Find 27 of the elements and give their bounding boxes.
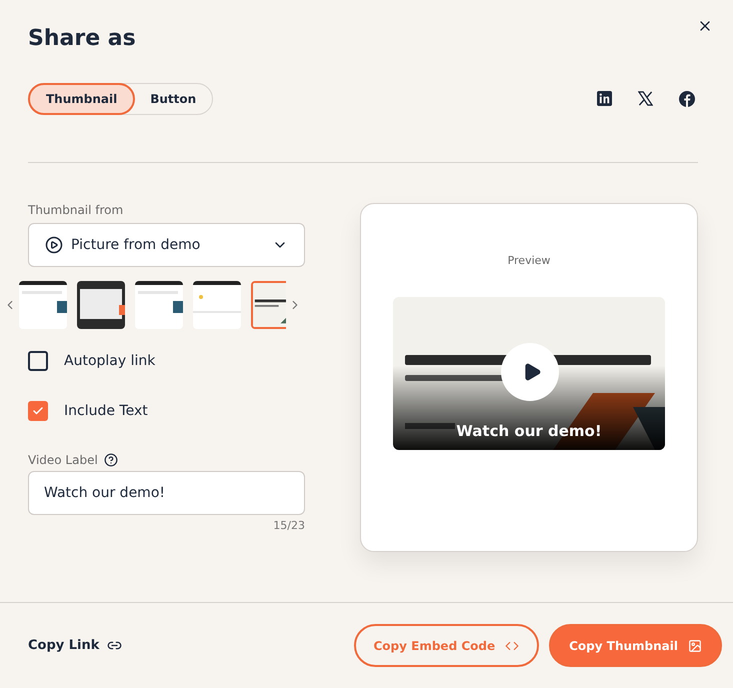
dialog-title: Share as	[28, 26, 137, 51]
help-icon[interactable]	[104, 453, 118, 467]
image-icon	[688, 638, 702, 652]
checkbox[interactable]	[28, 351, 48, 371]
video-label-field[interactable]: Watch our demo!	[28, 471, 305, 515]
thumbnail-option[interactable]	[251, 281, 286, 329]
play-circle-icon	[45, 236, 63, 254]
tab[interactable]: Thumbnail	[28, 83, 136, 115]
thumbnail-option[interactable]	[77, 281, 126, 329]
video-label-overlay: Watch our demo!	[455, 422, 603, 440]
linkedin-icon	[597, 91, 612, 106]
tab[interactable]: Button	[133, 83, 214, 115]
field-label: Video Label	[28, 453, 98, 467]
checkbox-label: Autoplay link	[64, 353, 156, 369]
facebook-icon	[679, 91, 695, 107]
check-icon	[32, 405, 44, 417]
source-dropdown[interactable]: Picture from demo	[28, 223, 305, 267]
checkbox[interactable]	[28, 401, 48, 421]
preview-title: Preview	[508, 254, 550, 267]
x-logo-icon	[638, 91, 653, 106]
character-counter: 15/23	[273, 519, 305, 532]
share-button[interactable]	[597, 91, 612, 107]
checkbox-label: Include Text	[64, 403, 148, 419]
share-button[interactable]	[679, 91, 695, 107]
field-label: Thumbnail from	[28, 203, 124, 217]
share-button[interactable]	[638, 91, 653, 107]
copy-link-button[interactable]: Copy Link	[28, 638, 122, 653]
